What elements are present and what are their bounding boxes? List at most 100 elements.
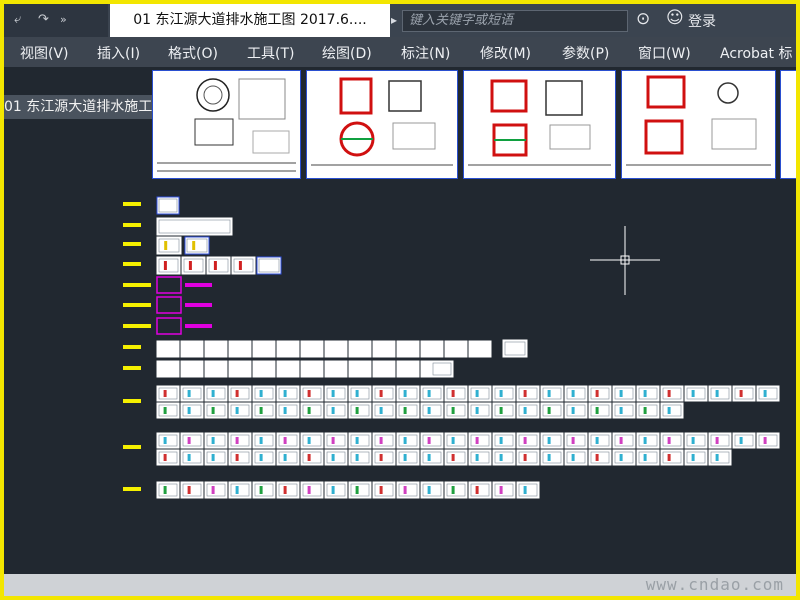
drawing-sheet[interactable] <box>502 339 528 358</box>
drawing-sheet[interactable] <box>324 340 348 358</box>
sheet-detail <box>211 437 215 444</box>
sheet-detail <box>691 454 695 461</box>
group-marker <box>123 223 141 227</box>
drawing-sheet[interactable] <box>252 481 276 499</box>
sheet-detail <box>739 437 743 444</box>
drawing-sheet[interactable] <box>231 256 256 275</box>
drawing-sheet[interactable] <box>396 340 420 358</box>
sheet-detail <box>403 407 407 414</box>
sheet-detail <box>427 437 431 444</box>
sheet-detail <box>283 437 287 444</box>
sheet-detail <box>667 437 671 444</box>
drawing-sheet[interactable] <box>372 360 396 378</box>
drawing-sheet[interactable] <box>180 360 204 378</box>
drawing-sheet[interactable] <box>396 481 420 499</box>
drawing-sheet[interactable] <box>156 236 182 255</box>
sheet-detail <box>307 486 311 494</box>
drawing-sheet[interactable] <box>156 481 180 499</box>
drawing-sheet[interactable] <box>300 340 324 358</box>
sheet-detail <box>499 437 503 444</box>
group-marker <box>123 366 141 370</box>
sheet-detail <box>355 454 359 461</box>
drawing-sheet[interactable] <box>156 196 180 215</box>
sheet-detail <box>307 390 311 397</box>
magenta-marker <box>185 324 212 328</box>
drawing-sheet[interactable] <box>372 481 396 499</box>
drawing-sheet[interactable] <box>228 340 252 358</box>
sheet-detail <box>164 241 168 250</box>
drawing-sheet[interactable] <box>252 340 276 358</box>
drawing-sheet[interactable] <box>444 340 468 358</box>
group-marker <box>123 283 151 287</box>
sheet-detail <box>307 407 311 414</box>
sheet-detail <box>643 390 647 397</box>
sheet-detail <box>499 390 503 397</box>
sheet-detail <box>187 437 191 444</box>
sheet-detail <box>691 390 695 397</box>
drawing-sheet[interactable] <box>396 360 420 378</box>
drawing-sheet[interactable] <box>348 360 372 378</box>
group-marker <box>123 262 141 266</box>
drawing-sheet[interactable] <box>324 481 348 499</box>
sheet-detail <box>163 437 167 444</box>
drawing-sheet[interactable] <box>420 340 444 358</box>
drawing-sheet[interactable] <box>204 481 228 499</box>
drawing-sheet[interactable] <box>300 360 324 378</box>
drawing-sheet[interactable] <box>348 481 372 499</box>
sheet-detail <box>451 486 455 494</box>
sheet-detail <box>379 486 383 494</box>
drawing-sheet[interactable] <box>156 340 180 358</box>
sheet-detail <box>475 486 479 494</box>
drawing-sheet[interactable] <box>180 340 204 358</box>
drawing-sheet[interactable] <box>276 340 300 358</box>
drawing-sheet[interactable] <box>444 481 468 499</box>
drawing-sheet[interactable] <box>228 481 252 499</box>
sheet-detail <box>595 407 599 414</box>
sheet-detail <box>619 390 623 397</box>
sheet-detail <box>235 486 239 494</box>
drawing-sheet[interactable] <box>206 256 231 275</box>
sheet-detail <box>667 390 671 397</box>
sheet-detail <box>259 486 263 494</box>
drawing-sheet[interactable] <box>252 360 276 378</box>
drawing-sheet[interactable] <box>204 340 228 358</box>
drawing-sheet[interactable] <box>181 256 206 275</box>
sheet-detail <box>715 437 719 444</box>
drawing-sheet[interactable] <box>430 360 454 378</box>
drawing-sheet[interactable] <box>156 217 233 236</box>
drawing-sheet[interactable] <box>516 481 540 499</box>
sheet-detail <box>667 454 671 461</box>
drawing-sheet[interactable] <box>228 360 252 378</box>
drawing-sheet[interactable] <box>492 481 516 499</box>
sheet-detail <box>307 454 311 461</box>
drawing-sheet[interactable] <box>180 481 204 499</box>
sheet-detail <box>547 454 551 461</box>
drawing-sheet[interactable] <box>276 481 300 499</box>
group-marker <box>123 242 141 246</box>
drawing-sheet[interactable] <box>468 340 492 358</box>
drawing-sheet[interactable] <box>372 340 396 358</box>
sheet-detail <box>379 454 383 461</box>
sheet-detail <box>211 390 215 397</box>
sheet-detail <box>238 261 242 270</box>
sheet-detail <box>427 486 431 494</box>
sheet-detail <box>379 407 383 414</box>
magenta-frame <box>156 296 182 314</box>
drawing-sheet[interactable] <box>184 236 210 255</box>
sheet-detail <box>595 437 599 444</box>
drawing-sheet[interactable] <box>156 256 181 275</box>
drawing-sheet[interactable] <box>256 256 282 275</box>
drawing-sheet[interactable] <box>300 481 324 499</box>
model-space-canvas[interactable] <box>4 4 796 574</box>
magenta-frame <box>156 317 182 335</box>
drawing-sheet[interactable] <box>348 340 372 358</box>
drawing-sheet[interactable] <box>324 360 348 378</box>
sheet-detail <box>235 407 239 414</box>
sheet-detail <box>283 486 287 494</box>
drawing-sheet[interactable] <box>276 360 300 378</box>
drawing-sheet[interactable] <box>468 481 492 499</box>
drawing-sheet[interactable] <box>420 481 444 499</box>
sheet-detail <box>571 437 575 444</box>
drawing-sheet[interactable] <box>204 360 228 378</box>
drawing-sheet[interactable] <box>156 360 180 378</box>
